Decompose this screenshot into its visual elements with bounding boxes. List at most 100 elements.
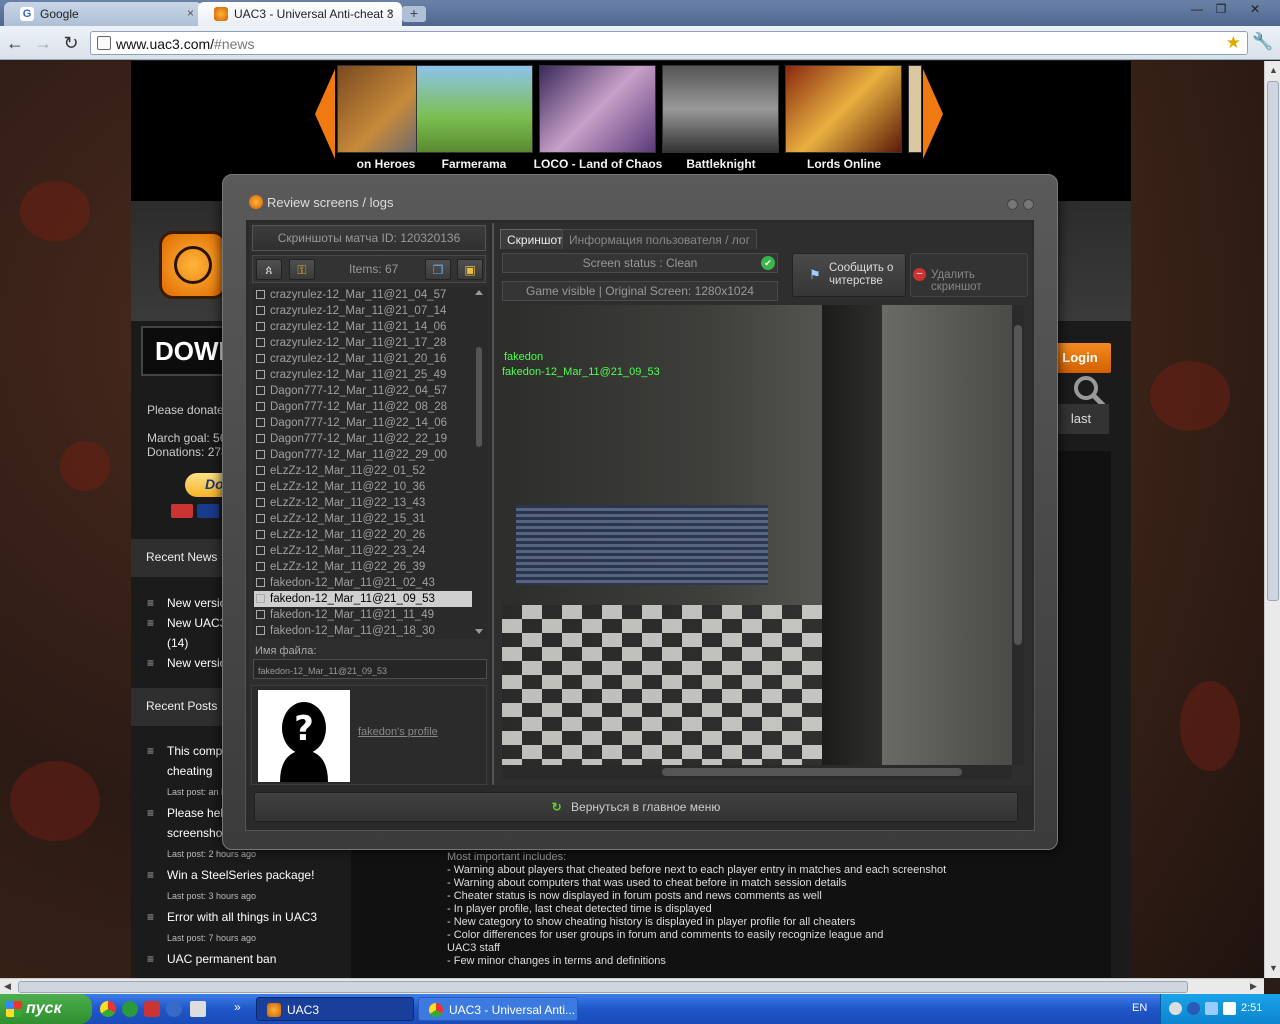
new-tab-button[interactable]: + bbox=[402, 6, 426, 22]
file-list-item[interactable]: crazyrulez-12_Mar_11@21_14_06 bbox=[254, 319, 472, 335]
post-title[interactable]: cheating bbox=[167, 764, 212, 778]
game-title[interactable]: Lords Online bbox=[779, 157, 909, 171]
screenshot-vertical-scrollbar[interactable] bbox=[1012, 305, 1024, 765]
game-thumb-farmerama[interactable] bbox=[416, 65, 533, 153]
file-list-item[interactable]: eLzZz-12_Mar_11@22_26_39 bbox=[254, 559, 472, 575]
file-list-item[interactable]: crazyrulez-12_Mar_11@21_07_14 bbox=[254, 303, 472, 319]
more-icon[interactable]: » bbox=[234, 1000, 241, 1014]
post-title[interactable]: Win a SteelSeries package! bbox=[167, 868, 314, 882]
post-title[interactable]: Error with all things in UAC3 bbox=[167, 910, 317, 924]
file-checkbox[interactable] bbox=[256, 466, 265, 475]
file-list-item[interactable]: Dagon777-12_Mar_11@22_29_00 bbox=[254, 447, 472, 463]
file-list-item[interactable]: Dagon777-12_Mar_11@22_14_06 bbox=[254, 415, 472, 431]
tab-uac3[interactable]: UAC3 - Universal Anti-cheat 3 × bbox=[198, 2, 402, 26]
file-list-item[interactable]: fakedon-12_Mar_11@21_18_30 bbox=[254, 623, 472, 639]
key-icon[interactable]: ⚿ bbox=[289, 259, 315, 280]
reload-button[interactable]: ↻ bbox=[60, 33, 82, 53]
file-checkbox[interactable] bbox=[256, 450, 265, 459]
file-list-item[interactable]: crazyrulez-12_Mar_11@21_04_57 bbox=[254, 287, 472, 303]
file-checkbox[interactable] bbox=[256, 514, 265, 523]
language-indicator[interactable]: EN bbox=[1132, 1002, 1147, 1014]
scroll-left-icon[interactable]: ◀ bbox=[4, 981, 11, 992]
file-checkbox[interactable] bbox=[256, 530, 265, 539]
file-checkbox[interactable] bbox=[256, 434, 265, 443]
chrome-icon[interactable] bbox=[100, 1001, 116, 1017]
carousel-next-icon[interactable] bbox=[923, 69, 943, 159]
file-checkbox[interactable] bbox=[256, 386, 265, 395]
screenshot-horizontal-scrollbar[interactable] bbox=[502, 765, 1012, 779]
tab-google[interactable]: G Google × bbox=[4, 2, 202, 26]
task-uac3[interactable]: UAC3 bbox=[256, 997, 414, 1021]
file-checkbox[interactable] bbox=[256, 594, 265, 603]
minimize-button[interactable]: — bbox=[1184, 1, 1210, 17]
tab-user-info[interactable]: Информация пользователя / лог bbox=[562, 229, 757, 249]
wrench-menu-icon[interactable]: 🔧 bbox=[1252, 32, 1273, 52]
file-checkbox[interactable] bbox=[256, 322, 265, 331]
carousel-prev-icon[interactable] bbox=[315, 69, 335, 159]
file-checkbox[interactable] bbox=[256, 290, 265, 299]
game-title[interactable]: Farmerama bbox=[409, 157, 539, 171]
file-checkbox[interactable] bbox=[256, 626, 265, 635]
page-horizontal-scrollbar[interactable]: ◀ ▶ bbox=[0, 978, 1264, 994]
start-button[interactable]: пуск bbox=[0, 994, 92, 1024]
game-title[interactable]: Battleknight bbox=[656, 157, 786, 171]
desktop-icon[interactable] bbox=[190, 1001, 206, 1017]
game-thumb-lords[interactable] bbox=[785, 65, 902, 153]
volume-icon[interactable] bbox=[1223, 1002, 1236, 1015]
back-button[interactable]: ← bbox=[4, 33, 26, 53]
login-button[interactable]: Login bbox=[1049, 343, 1111, 373]
profile-link[interactable]: fakedon's profile bbox=[358, 726, 438, 738]
close-tab-icon[interactable]: × bbox=[187, 6, 194, 20]
news-item[interactable]: New UAC3 bbox=[167, 616, 226, 630]
address-bar[interactable]: www.uac3.com/#news ★ bbox=[90, 31, 1248, 55]
file-list-item[interactable]: crazyrulez-12_Mar_11@21_25_49 bbox=[254, 367, 472, 383]
file-list-item[interactable]: fakedon-12_Mar_11@21_02_43 bbox=[254, 575, 472, 591]
dialog-close-button[interactable] bbox=[1023, 199, 1034, 210]
tab-screenshot[interactable]: Скриншот bbox=[500, 229, 570, 249]
file-checkbox[interactable] bbox=[256, 370, 265, 379]
maximize-button[interactable]: ❐ bbox=[1208, 1, 1234, 17]
page-vertical-scrollbar[interactable]: ▲ ▼ bbox=[1264, 61, 1280, 978]
file-checkbox[interactable] bbox=[256, 482, 265, 491]
file-checkbox[interactable] bbox=[256, 498, 265, 507]
file-list-item[interactable]: eLzZz-12_Mar_11@22_01_52 bbox=[254, 463, 472, 479]
file-list-item[interactable]: Dagon777-12_Mar_11@22_08_28 bbox=[254, 399, 472, 415]
close-window-button[interactable]: ✕ bbox=[1240, 1, 1270, 17]
file-list-item[interactable]: eLzZz-12_Mar_11@22_23_24 bbox=[254, 543, 472, 559]
scroll-up-icon[interactable]: ▲ bbox=[1269, 65, 1278, 75]
forward-button[interactable]: → bbox=[32, 33, 54, 53]
file-checkbox[interactable] bbox=[256, 306, 265, 315]
uac3-logo-icon[interactable] bbox=[159, 231, 227, 299]
file-list-item[interactable]: Dagon777-12_Mar_11@22_04_57 bbox=[254, 383, 472, 399]
file-checkbox[interactable] bbox=[256, 418, 265, 427]
task-chrome[interactable]: UAC3 - Universal Anti... bbox=[418, 997, 578, 1021]
file-list-item[interactable]: eLzZz-12_Mar_11@22_15_31 bbox=[254, 511, 472, 527]
file-checkbox[interactable] bbox=[256, 338, 265, 347]
folder-icon[interactable]: ▣ bbox=[457, 259, 483, 280]
close-tab-icon[interactable]: × bbox=[387, 6, 394, 20]
tray-icon[interactable] bbox=[1169, 1002, 1182, 1015]
pagination-last-button[interactable]: last bbox=[1053, 404, 1109, 434]
post-title[interactable]: UAC permanent ban bbox=[167, 952, 276, 966]
file-list-item[interactable]: eLzZz-12_Mar_11@22_13_43 bbox=[254, 495, 472, 511]
file-checkbox[interactable] bbox=[256, 578, 265, 587]
file-checkbox[interactable] bbox=[256, 610, 265, 619]
file-list-item[interactable]: fakedon-12_Mar_11@21_09_53 bbox=[254, 591, 472, 607]
file-checkbox[interactable] bbox=[256, 546, 265, 555]
file-list-item[interactable]: eLzZz-12_Mar_11@22_10_36 bbox=[254, 479, 472, 495]
report-cheater-button[interactable]: ⚑ Сообщить о читерстве bbox=[792, 253, 906, 297]
scroll-down-icon[interactable]: ▼ bbox=[1269, 963, 1278, 973]
copy-icon[interactable]: ❐ bbox=[425, 259, 451, 280]
avatar-placeholder-icon[interactable]: ? bbox=[258, 690, 350, 782]
file-list-scrollbar[interactable] bbox=[473, 287, 485, 639]
network-icon[interactable] bbox=[1205, 1002, 1218, 1015]
game-thumb-loco[interactable] bbox=[539, 65, 656, 153]
messenger-icon[interactable] bbox=[122, 1001, 138, 1017]
tray-icon[interactable] bbox=[1187, 1002, 1200, 1015]
file-list-item[interactable]: eLzZz-12_Mar_11@22_20_26 bbox=[254, 527, 472, 543]
filename-field[interactable] bbox=[253, 659, 487, 679]
app-icon[interactable] bbox=[144, 1001, 160, 1017]
file-list-item[interactable]: crazyrulez-12_Mar_11@21_17_28 bbox=[254, 335, 472, 351]
post-title[interactable]: Please help bbox=[167, 806, 230, 820]
file-checkbox[interactable] bbox=[256, 562, 265, 571]
